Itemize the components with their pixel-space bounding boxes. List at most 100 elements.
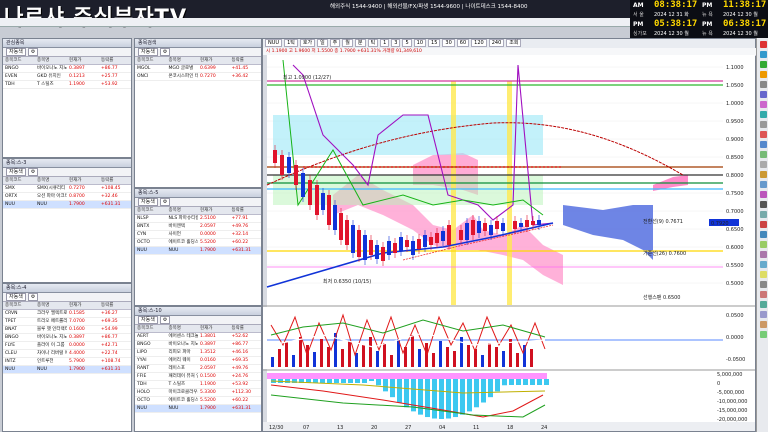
column-header[interactable]: 종목명 [35, 57, 67, 64]
candle[interactable] [501, 223, 505, 231]
candle[interactable] [294, 165, 298, 185]
column-header[interactable]: 종목명 [167, 207, 199, 214]
candle[interactable] [417, 239, 421, 249]
table-row[interactable]: BNGO 바이오나노 지노믹스0.3897 +86.77 [135, 341, 261, 349]
table-row[interactable]: NUU NUU 1.7900 +631.31 [3, 201, 131, 209]
chart-tool-button[interactable]: 3 [391, 39, 401, 47]
chart-tool-button[interactable]: 호가 [299, 39, 316, 47]
chart-tool-button[interactable]: 15 [428, 39, 441, 47]
table-row[interactable]: INTZ 인트루전 5.7900 +108.74 [3, 358, 131, 366]
table-row[interactable]: EVEN GKD 유지인 0.1213 +25.77 [3, 73, 131, 81]
tool-icon[interactable] [759, 321, 767, 328]
tool-icon[interactable] [759, 271, 767, 278]
candle[interactable] [351, 225, 355, 253]
tool-icon[interactable] [759, 41, 767, 48]
panel-title[interactable]: 종목:스-5 [135, 189, 261, 198]
candle[interactable] [477, 221, 481, 233]
tool-icon[interactable] [759, 251, 767, 258]
candle[interactable] [280, 155, 284, 175]
candle[interactable] [301, 173, 305, 197]
table-row[interactable]: MGOL MGO 글로벌 0.6399 +41.45 [135, 65, 261, 73]
column-header[interactable]: 종목코드 [135, 325, 167, 332]
candle[interactable] [287, 157, 291, 173]
column-header[interactable]: 현재가 [198, 325, 230, 332]
column-header[interactable]: 등락률 [99, 177, 131, 184]
candle[interactable] [375, 245, 379, 259]
chart-tool-button[interactable]: 분 [354, 39, 366, 47]
candle[interactable] [315, 185, 319, 215]
tool-icon[interactable] [759, 281, 767, 288]
settings-button[interactable]: ⚙ [159, 316, 171, 324]
settings-button[interactable]: ⚙ [159, 198, 171, 206]
tool-icon[interactable] [759, 151, 767, 158]
candle[interactable] [441, 231, 445, 241]
tool-icon[interactable] [759, 61, 767, 68]
candle[interactable] [273, 150, 277, 163]
table-row[interactable]: FFIE 패러데이 퓨처 인텔리0.1500 +24.76 [135, 373, 261, 381]
column-header[interactable]: 현재가 [198, 207, 230, 214]
candle[interactable] [459, 230, 463, 240]
panel-title[interactable]: 종목:스-4 [3, 284, 131, 293]
candle[interactable] [363, 235, 367, 260]
table-row[interactable]: YYAI 에어리 웨이 0.0160 +69.35 [135, 357, 261, 365]
tool-icon[interactable] [759, 201, 767, 208]
chart-tool-button[interactable]: 60 [456, 39, 470, 47]
chart-canvas[interactable]: 1.1000 1.0500 1.0000 0.9500 0.9000 0.8500 0.80… [263, 55, 755, 431]
menu-row[interactable] [0, 18, 630, 27]
panel-title[interactable]: 종목검색 [135, 39, 261, 48]
candle[interactable] [447, 225, 451, 245]
candle[interactable] [369, 240, 373, 255]
table-row[interactable]: LIPO 리피모 파마 1.3512 +46.16 [135, 349, 261, 357]
column-header[interactable]: 현재가 [67, 302, 99, 309]
column-header[interactable]: 종목명 [35, 302, 67, 309]
tool-icon[interactable] [759, 261, 767, 268]
table-row[interactable]: NUU NUU 1.7900 +631.31 [135, 405, 261, 413]
chart-tool-button[interactable]: 1틱 [284, 39, 298, 47]
candle[interactable] [327, 195, 331, 225]
candle[interactable] [405, 240, 409, 247]
tool-icon[interactable] [759, 121, 767, 128]
chart-tool-button[interactable]: 10 [413, 39, 427, 47]
chart-tool-button[interactable]: 1 [380, 39, 390, 47]
chart-tool-button[interactable]: 월 [342, 39, 353, 47]
column-header[interactable]: 종목코드 [135, 207, 167, 214]
table-row[interactable]: BNGO 바이오나노 지노믹스0.3897 +86.77 [3, 334, 131, 342]
chart-tool-button[interactable]: 5 [402, 39, 412, 47]
tool-icon[interactable] [759, 101, 767, 108]
table-row[interactable]: BNGO 바이오나노 지노믹스0.3897 +86.77 [3, 65, 131, 73]
candle[interactable] [423, 235, 427, 247]
table-row[interactable]: CRVN 크라우 엘렉트로닉스0.1585 +36.27 [3, 310, 131, 318]
column-header[interactable]: 등락률 [99, 302, 131, 309]
chart-tool-button[interactable]: 30 [442, 39, 455, 47]
table-row[interactable]: CLEU 차이나 리버럴 에듀4.4000 +22.74 [3, 350, 131, 358]
table-row[interactable]: ORTX 오션 파마 아크테라피0.8700 +32.46 [3, 193, 131, 201]
tool-icon[interactable] [759, 191, 767, 198]
table-row[interactable]: NUU NUU 1.7900 +631.31 [135, 247, 261, 255]
table-row[interactable]: NLSP NLS 파마슈티컬스2.5100 +77.91 [135, 215, 261, 223]
tool-icon[interactable] [759, 241, 767, 248]
tool-icon[interactable] [759, 211, 767, 218]
chart-tool-button[interactable]: 120 [471, 39, 487, 47]
table-row[interactable]: RANT 레이스포 2.0597 +49.76 [135, 365, 261, 373]
column-header[interactable]: 등락률 [230, 57, 262, 64]
panel-title[interactable]: 관심종목 [3, 39, 131, 48]
candle[interactable] [381, 247, 385, 261]
candle[interactable] [333, 205, 337, 230]
candle[interactable] [513, 221, 517, 229]
tool-icon[interactable] [759, 91, 767, 98]
candle[interactable] [483, 223, 487, 231]
table-row[interactable]: HOLO 마이크로클라우드 홀5.3300 +112.30 [135, 389, 261, 397]
auto-color-button[interactable]: 자동색 [138, 198, 158, 206]
tool-icon[interactable] [759, 231, 767, 238]
table-row[interactable]: CYN 사이언 0.0000 +32.14 [135, 231, 261, 239]
auto-color-button[interactable]: 자동색 [138, 48, 158, 56]
candle[interactable] [387, 241, 391, 255]
candle[interactable] [429, 237, 433, 245]
tool-icon[interactable] [759, 51, 767, 58]
panel-title[interactable]: 종목:스-10 [135, 307, 261, 316]
tool-icon[interactable] [759, 331, 767, 338]
candle[interactable] [393, 243, 397, 253]
column-header[interactable]: 종목코드 [3, 302, 35, 309]
tool-icon[interactable] [759, 71, 767, 78]
tool-icon[interactable] [759, 111, 767, 118]
